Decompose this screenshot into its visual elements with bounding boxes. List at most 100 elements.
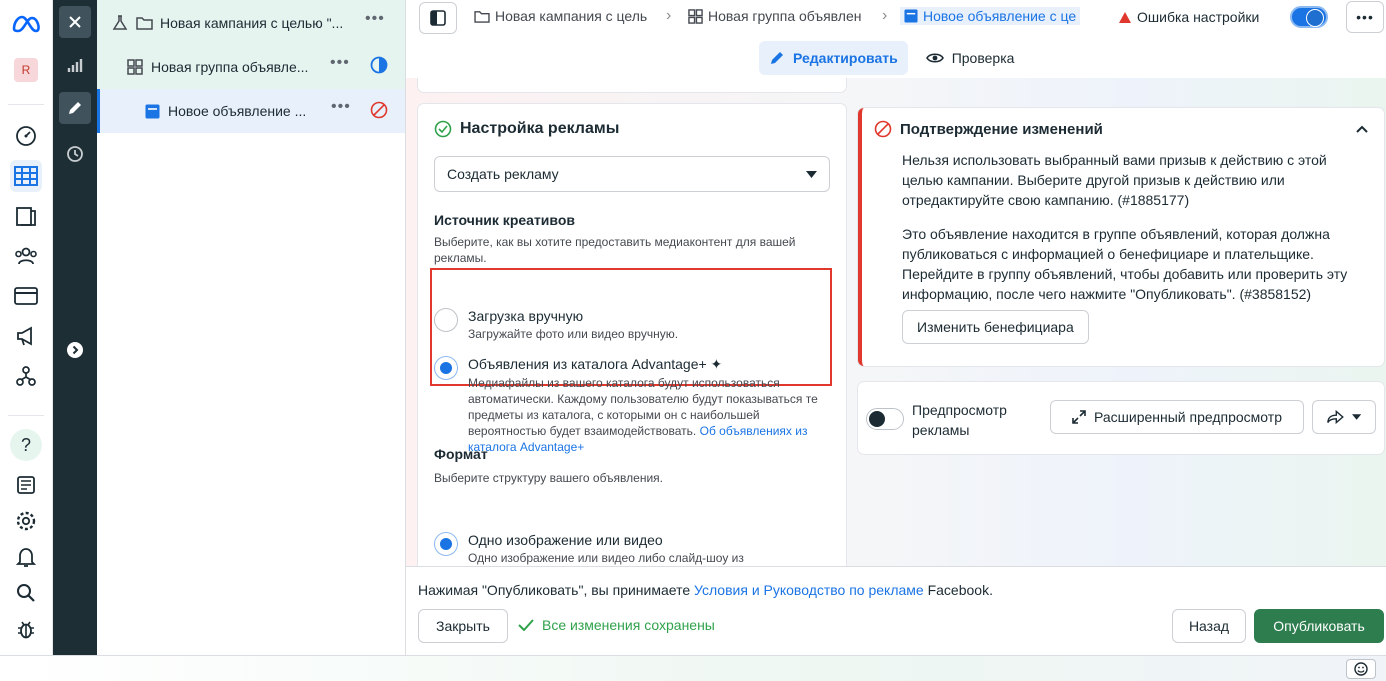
ad-icon — [904, 9, 918, 23]
tree-campaign-label: Новая кампания с целью "... — [160, 14, 344, 31]
tree-item-adset[interactable]: Новая группа объявле... ••• — [97, 44, 405, 89]
breadcrumb-campaign[interactable]: Новая кампания с цель — [474, 8, 647, 24]
ad-icon — [142, 101, 162, 121]
more-icon[interactable]: ••• — [365, 10, 385, 28]
breadcrumb-adset[interactable]: Новая группа объявлен — [688, 8, 861, 24]
confirm-message-2: Это объявление находится в группе объявл… — [902, 226, 1348, 302]
folder-icon — [134, 13, 154, 33]
pages-icon[interactable] — [10, 200, 42, 232]
caret-down-icon — [806, 170, 817, 178]
network-icon[interactable] — [10, 360, 42, 392]
more-icon: ••• — [1356, 9, 1374, 25]
rail-divider — [8, 104, 44, 105]
news-icon[interactable] — [10, 469, 42, 501]
half-circle-status-icon — [370, 56, 388, 77]
pencil-icon[interactable] — [59, 92, 91, 124]
billing-icon[interactable] — [10, 280, 42, 312]
dashboard-icon[interactable] — [10, 120, 42, 152]
radio-catalog[interactable] — [434, 356, 458, 380]
people-icon[interactable] — [10, 240, 42, 272]
close-button[interactable]: Закрыть — [418, 609, 508, 643]
format-desc: Выберите структуру вашего объявления. — [434, 471, 663, 485]
structure-tree: Новая кампания с целью "... ••• Новая гр… — [97, 0, 406, 655]
caret-down-icon — [1351, 414, 1361, 420]
terms-link[interactable]: Условия и Руководство по рекламе — [694, 582, 924, 598]
expand-icon — [1072, 410, 1086, 424]
option-catalog-ads[interactable]: Объявления из каталога Advantage+ ✦ Меди… — [434, 356, 830, 455]
confirm-header[interactable]: Подтверждение изменений — [874, 120, 1368, 138]
flask-icon — [110, 13, 130, 33]
bell-icon[interactable] — [10, 541, 42, 573]
chevron-right-icon: › — [666, 7, 672, 24]
back-button[interactable]: Назад — [1172, 609, 1246, 643]
preview-label: Предпросмотр рекламы — [912, 402, 1007, 438]
tool-strip — [53, 0, 97, 660]
setup-error-indicator[interactable]: Ошибка настройки — [1119, 9, 1259, 25]
more-icon[interactable]: ••• — [331, 98, 351, 116]
warning-triangle-icon — [1119, 11, 1131, 23]
ad-status-toggle[interactable] — [1290, 6, 1328, 28]
more-options-button[interactable]: ••• — [1346, 1, 1384, 33]
ad-creation-select[interactable]: Создать рекламу — [434, 156, 830, 192]
chevron-up-icon[interactable] — [1356, 125, 1368, 133]
help-icon[interactable]: ? — [10, 429, 42, 461]
tree-item-ad[interactable]: Новое объявление ... ••• — [97, 89, 405, 133]
check-circle-icon — [434, 120, 452, 138]
expand-chevron-icon[interactable] — [59, 334, 91, 366]
terms-note: Нажимая "Опубликовать", вы принимаете Ус… — [418, 582, 993, 598]
eye-icon — [925, 53, 944, 63]
avatar[interactable]: R — [14, 58, 38, 82]
smiley-icon — [1354, 662, 1368, 676]
section-header: Настройка рекламы — [434, 120, 830, 138]
bottom-status-bar — [0, 655, 1386, 681]
search-icon[interactable] — [10, 577, 42, 609]
checkmark-icon — [518, 619, 534, 631]
tree-ad-label: Новое объявление ... — [168, 103, 307, 119]
previous-card — [418, 78, 846, 92]
tab-review[interactable]: Проверка — [916, 41, 1025, 75]
saved-status: Все изменения сохранены — [518, 617, 715, 633]
left-rail: R ? — [0, 0, 53, 681]
error-circle-icon — [874, 120, 892, 138]
grid-icon — [688, 8, 703, 24]
chevron-right-icon: › — [882, 7, 888, 24]
share-dropdown-button[interactable] — [1312, 400, 1376, 434]
table-icon[interactable] — [10, 160, 42, 192]
rail-divider — [8, 415, 44, 416]
error-status-icon — [370, 101, 388, 122]
creative-source-desc: Выберите, как вы хотите предоставить мед… — [434, 235, 796, 265]
editor-content: Настройка рекламы Создать рекламу Источн… — [406, 78, 1386, 566]
folder-icon — [474, 10, 490, 23]
creative-source-title: Источник креативов — [434, 212, 575, 228]
share-arrow-icon — [1327, 410, 1344, 424]
footer-bar: Нажимая "Опубликовать", вы принимаете Ус… — [406, 566, 1386, 655]
breadcrumb-ad[interactable]: Новое объявление с це — [900, 7, 1081, 25]
format-title: Формат — [434, 446, 488, 462]
sparkle-icon: ✦ — [710, 356, 723, 372]
close-icon[interactable] — [59, 6, 91, 38]
chart-icon[interactable] — [59, 50, 91, 82]
feedback-button[interactable] — [1346, 659, 1376, 679]
radio-single-image[interactable] — [434, 532, 458, 556]
history-icon[interactable] — [59, 138, 91, 170]
toggle-panel-button[interactable] — [419, 2, 457, 34]
publish-button[interactable]: Опубликовать — [1254, 609, 1384, 643]
ad-setup-card: Настройка рекламы Создать рекламу Источн… — [418, 104, 846, 566]
tree-adset-label: Новая группа объявле... — [151, 58, 309, 75]
pencil-icon — [771, 52, 783, 64]
tree-item-campaign[interactable]: Новая кампания с целью "... ••• — [97, 0, 405, 45]
sidebar-icon — [430, 10, 446, 26]
megaphone-icon[interactable] — [10, 320, 42, 352]
meta-logo-icon[interactable] — [10, 8, 42, 40]
advanced-preview-button[interactable]: Расширенный предпросмотр — [1050, 400, 1304, 434]
option-single-image[interactable]: Одно изображение или видео Одно изображе… — [434, 532, 830, 566]
grid-icon — [125, 57, 145, 77]
more-icon[interactable]: ••• — [330, 54, 350, 72]
top-bar: Новая кампания с цель › Новая группа объ… — [406, 0, 1386, 36]
preview-toggle[interactable] — [866, 408, 904, 430]
settings-icon[interactable] — [10, 505, 42, 537]
change-beneficiary-button[interactable]: Изменить бенефициара — [902, 310, 1089, 344]
tab-edit[interactable]: Редактировать — [759, 41, 908, 75]
bug-icon[interactable] — [10, 613, 42, 645]
confirm-message-1: Нельзя использовать выбранный вами призы… — [902, 152, 1327, 208]
